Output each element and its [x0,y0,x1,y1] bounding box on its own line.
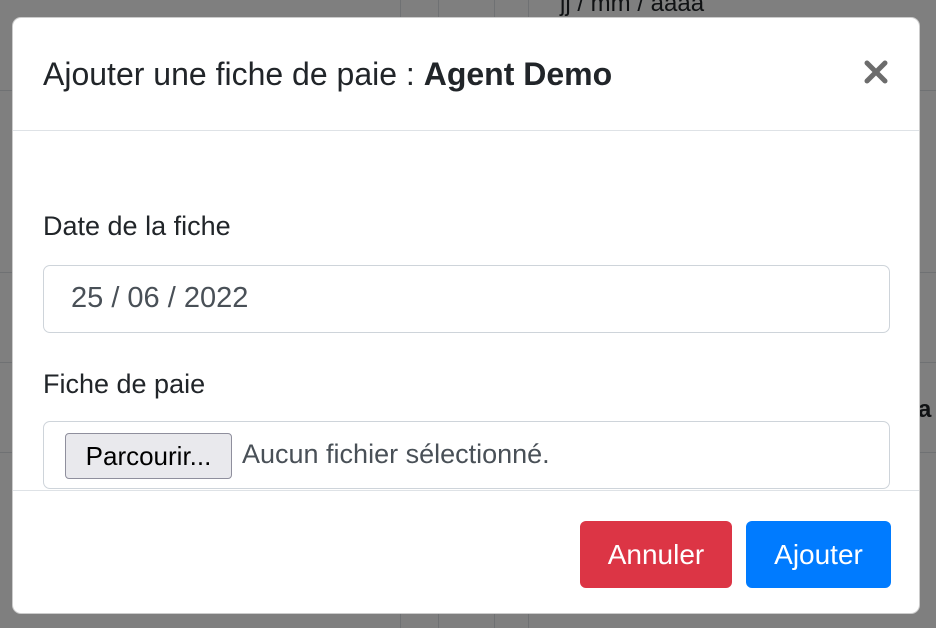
browse-button[interactable]: Parcourir... [65,433,232,479]
file-input[interactable]: Parcourir... Aucun fichier sélectionné. [43,421,890,489]
file-label: Fiche de paie [43,369,206,399]
modal-header: Ajouter une fiche de paie : Agent Demo [13,18,919,131]
date-value: 25 / 06 / 2022 [71,282,249,314]
close-icon [859,54,893,90]
modal-title: Ajouter une fiche de paie : Agent Demo [43,56,612,93]
add-button[interactable]: Ajouter [746,521,891,588]
cancel-button[interactable]: Annuler [580,521,732,588]
no-file-selected-text: Aucun fichier sélectionné. [242,439,550,469]
add-payslip-modal: Ajouter une fiche de paie : Agent Demo D… [12,17,920,614]
modal-title-prefix: Ajouter une fiche de paie : [43,56,424,92]
modal-footer: Annuler Ajouter [13,490,919,613]
modal-body: Date de la fiche 25 / 06 / 2022 Fiche de… [13,131,919,490]
agent-name: Agent Demo [423,56,613,92]
close-button[interactable] [859,54,893,90]
date-label: Date de la fiche [43,211,231,241]
date-input[interactable]: 25 / 06 / 2022 [43,265,890,333]
